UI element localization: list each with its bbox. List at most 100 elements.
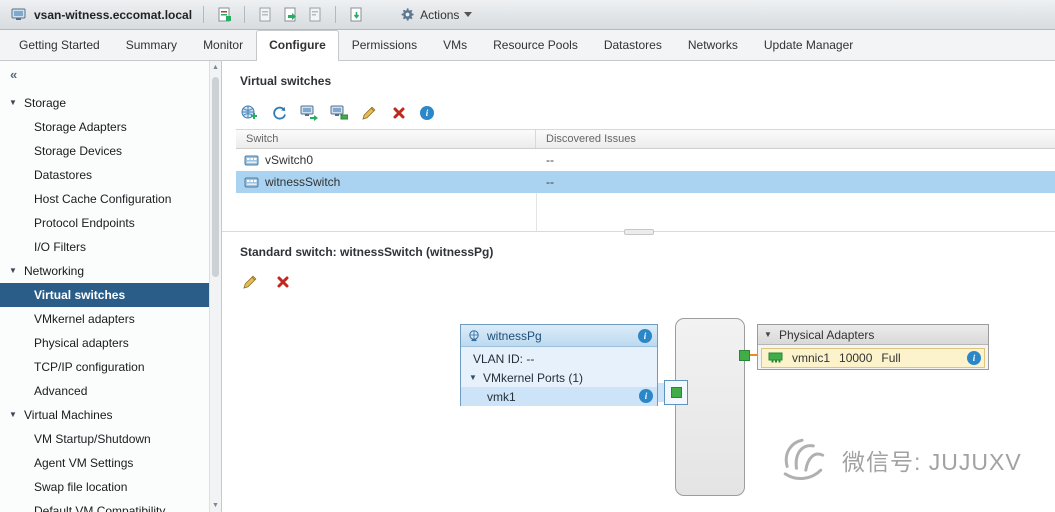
sidebar-item-advanced[interactable]: Advanced (0, 379, 209, 403)
sidebar-item-protocol-endpoints[interactable]: Protocol Endpoints (0, 211, 209, 235)
column-header-discovered-issues[interactable]: Discovered Issues (536, 130, 1055, 148)
toolbar-separator (244, 6, 246, 23)
vmkernel-ports-label: VMkernel Ports (1) (483, 370, 584, 385)
sidebar-item-default-vm-compatibility[interactable]: Default VM Compatibility (0, 499, 209, 512)
sidebar-item-virtual-switches[interactable]: Virtual switches (0, 283, 209, 307)
vlan-id-label: VLAN ID: -- (473, 352, 535, 366)
tab-vms[interactable]: VMs (430, 30, 480, 60)
migrate-vmkernel-icon[interactable] (300, 104, 318, 122)
nic-name: vmnic1 (792, 351, 831, 365)
info-icon[interactable]: i (967, 351, 981, 365)
tab-summary[interactable]: Summary (113, 30, 190, 60)
column-header-switch[interactable]: Switch (236, 130, 536, 148)
sidebar-scrollbar[interactable]: ▲ ▼ (209, 61, 221, 512)
sidebar-item-physical-adapters[interactable]: Physical adapters (0, 331, 209, 355)
sidebar-item-swap-file-location[interactable]: Swap file location (0, 475, 209, 499)
sidebar-group-virtual-machines[interactable]: ▼ Virtual Machines (0, 403, 209, 427)
vmk-port-widget (664, 380, 688, 405)
tab-datastores[interactable]: Datastores (591, 30, 675, 60)
delete-icon[interactable] (274, 273, 292, 291)
table-header-row: Switch Discovered Issues (236, 129, 1055, 149)
vmkernel-ports-row[interactable]: ▼ VMkernel Ports (1) (461, 368, 657, 387)
sidebar-item-agent-vm-settings[interactable]: Agent VM Settings (0, 451, 209, 475)
sidebar-item-io-filters[interactable]: I/O Filters (0, 235, 209, 259)
panel-title: Virtual switches (240, 74, 332, 88)
tab-configure[interactable]: Configure (256, 30, 339, 61)
collapse-arrow-icon[interactable]: ▼ (9, 411, 18, 419)
sidebar-item-datastores[interactable]: Datastores (0, 163, 209, 187)
tab-update-manager[interactable]: Update Manager (751, 30, 866, 60)
vswitch-body (675, 318, 745, 496)
tab-bar: Getting Started Summary Monitor Configur… (0, 30, 1055, 61)
edit-icon[interactable] (360, 104, 378, 122)
vsphere-client-window: vsan-witness.eccomat.local Actions Getti… (0, 0, 1055, 512)
watermark-text: 微信号: JUJUXV (842, 448, 1022, 475)
nic-icon (768, 352, 783, 364)
chevron-down-icon (464, 12, 473, 17)
collapse-sidebar-button[interactable]: « (10, 67, 17, 82)
physical-adapters-header[interactable]: ▼ Physical Adapters (758, 325, 988, 345)
refresh-icon[interactable] (270, 104, 288, 122)
port-green-icon (670, 387, 682, 398)
delete-icon[interactable] (390, 104, 408, 122)
object-header-bar: vsan-witness.eccomat.local Actions (0, 0, 1055, 30)
sidebar-item-vmkernel-adapters[interactable]: VMkernel adapters (0, 307, 209, 331)
watermark-logo-icon (774, 429, 832, 490)
scroll-up-arrow-icon[interactable]: ▲ (210, 64, 221, 71)
vmk-label: vmk1 (487, 389, 516, 404)
vmnic-row[interactable]: vmnic1 10000 Full i (761, 348, 985, 368)
physical-adapters-box: ▼ Physical Adapters vmnic1 10000 Full i (757, 324, 989, 370)
horizontal-splitter[interactable] (222, 229, 1055, 238)
tab-permissions[interactable]: Permissions (339, 30, 430, 60)
gear-icon (400, 7, 415, 22)
portgroup-name: witnessPg (487, 328, 542, 343)
reboot-icon[interactable] (347, 6, 365, 24)
portgroup-header[interactable]: witnessPg i (461, 325, 657, 347)
sidebar-item-storage-adapters[interactable]: Storage Adapters (0, 115, 209, 139)
add-networking-icon[interactable] (240, 104, 258, 122)
table-row-vswitch0[interactable]: vSwitch0 -- (236, 149, 1055, 171)
scan-updates-icon[interactable] (215, 6, 233, 24)
new-vm-icon[interactable] (256, 6, 274, 24)
configure-nav-sidebar: « ▼ Storage Storage Adapters Storage Dev… (0, 61, 222, 512)
deploy-ovf-icon[interactable] (281, 6, 299, 24)
manage-physical-adapters-icon[interactable] (330, 104, 348, 122)
collapse-arrow-icon[interactable]: ▼ (9, 267, 18, 275)
tab-monitor[interactable]: Monitor (190, 30, 256, 60)
sidebar-group-storage[interactable]: ▼ Storage (0, 91, 209, 115)
splitter-handle[interactable] (623, 229, 654, 235)
sidebar-item-storage-devices[interactable]: Storage Devices (0, 139, 209, 163)
table-row-witnessswitch[interactable]: witnessSwitch -- (236, 171, 1055, 193)
portgroup-icon (467, 329, 481, 342)
maintenance-mode-icon[interactable] (306, 6, 324, 24)
collapse-arrow-icon[interactable]: ▼ (469, 373, 478, 382)
switch-detail-toolbar (241, 272, 292, 292)
virtual-switches-panel: Virtual switches i Switch Discovered Iss… (222, 61, 1055, 512)
scrollbar-thumb[interactable] (212, 77, 219, 277)
collapse-arrow-icon[interactable]: ▼ (9, 99, 18, 107)
switch-icon (244, 153, 259, 167)
actions-menu-button[interactable]: Actions (393, 4, 479, 25)
uplink-port-icon (739, 350, 750, 361)
sidebar-item-vm-startup-shutdown[interactable]: VM Startup/Shutdown (0, 427, 209, 451)
sidebar-item-host-cache-configuration[interactable]: Host Cache Configuration (0, 187, 209, 211)
info-icon[interactable]: i (638, 328, 652, 343)
edit-icon[interactable] (241, 273, 259, 291)
collapse-arrow-icon[interactable]: ▼ (764, 330, 773, 339)
discovered-issues-value: -- (546, 175, 554, 189)
object-title: vsan-witness.eccomat.local (34, 7, 193, 22)
actions-label: Actions (420, 7, 460, 22)
switches-table: Switch Discovered Issues vSwitch0 -- wit… (236, 129, 1055, 231)
sidebar-group-label: Virtual Machines (24, 408, 113, 422)
sidebar-item-tcpip-configuration[interactable]: TCP/IP configuration (0, 355, 209, 379)
scroll-down-arrow-icon[interactable]: ▼ (210, 502, 221, 509)
sidebar-group-networking[interactable]: ▼ Networking (0, 259, 209, 283)
info-icon[interactable]: i (420, 106, 434, 120)
tab-getting-started[interactable]: Getting Started (6, 30, 113, 60)
tab-resource-pools[interactable]: Resource Pools (480, 30, 591, 60)
nic-speed: 10000 (839, 351, 873, 365)
info-icon[interactable]: i (639, 389, 653, 403)
vmk-port-row[interactable]: vmk1 i (461, 387, 657, 406)
sidebar-group-label: Networking (24, 264, 85, 278)
tab-networks[interactable]: Networks (675, 30, 751, 60)
